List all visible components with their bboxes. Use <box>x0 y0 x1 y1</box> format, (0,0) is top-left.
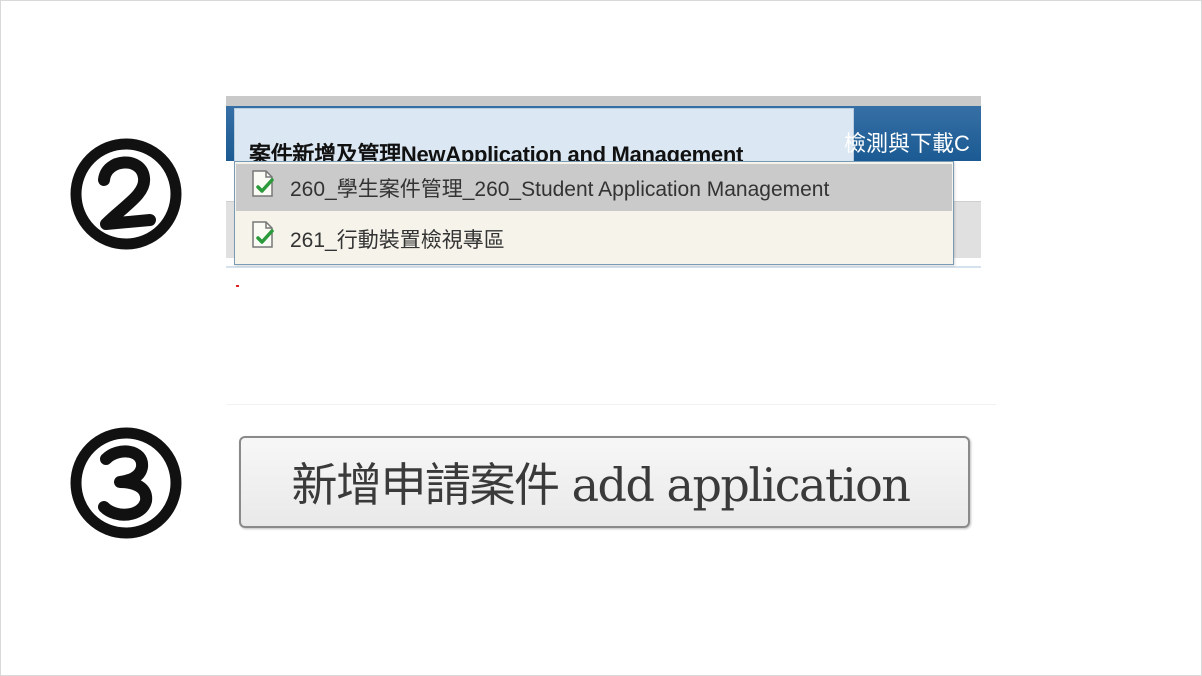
add-application-button-label: 新增申請案件 add application <box>291 458 911 512</box>
menu-item-label: 261_行動裝置檢視專區 <box>290 228 505 252</box>
step-3-marker: ③ <box>68 425 184 541</box>
menu-bar-top-line <box>226 96 981 106</box>
menu-item-mobile-view-area[interactable]: 261_行動裝置檢視專區 <box>236 215 952 262</box>
page-check-icon <box>252 169 274 197</box>
page-check-icon <box>252 220 274 248</box>
red-mark <box>236 285 239 287</box>
dropdown-menu: 260_學生案件管理_260_Student Application Manag… <box>234 161 954 265</box>
menu-item-student-application-management[interactable]: 260_學生案件管理_260_Student Application Manag… <box>236 164 952 211</box>
menu-tab-detection-download[interactable]: 檢測與下載C <box>844 126 970 158</box>
add-application-button[interactable]: 新增申請案件 add application <box>239 436 970 528</box>
step-2-marker: ② <box>68 136 184 252</box>
menu-screenshot: 案件新增及管理NewApplication and Management 檢測與… <box>226 96 981 288</box>
menu-item-label: 260_學生案件管理_260_Student Application Manag… <box>290 177 830 201</box>
page-divider <box>226 266 981 268</box>
menu-tab-application-management[interactable]: 案件新增及管理NewApplication and Management <box>234 108 854 167</box>
